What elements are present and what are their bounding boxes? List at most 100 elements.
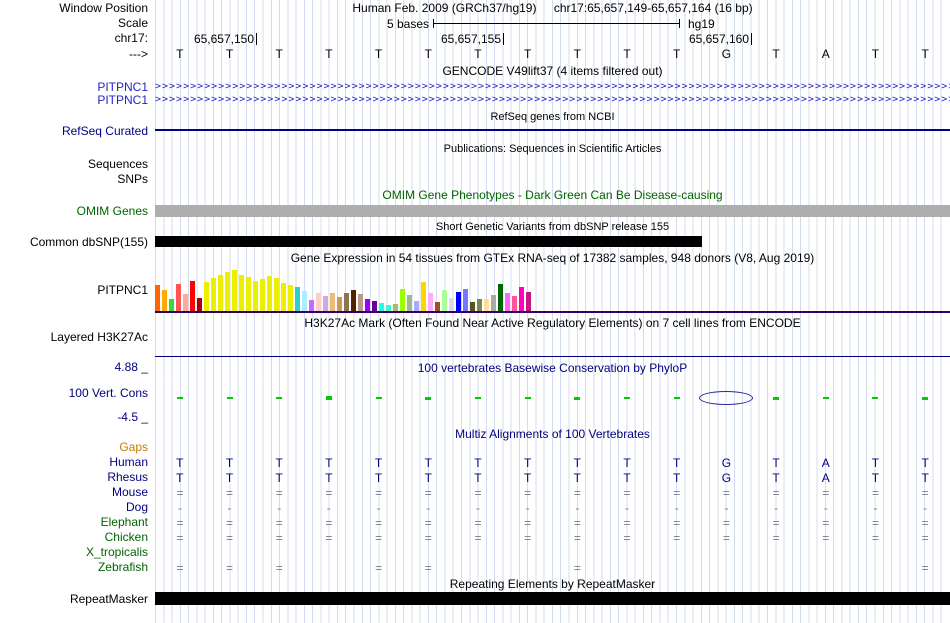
- gtex-expression-bar[interactable]: [330, 293, 335, 311]
- gtex-expression-bar[interactable]: [281, 283, 286, 311]
- gtex-expression-bar[interactable]: [155, 285, 160, 311]
- multiz-row-label-gaps[interactable]: Gaps: [0, 441, 148, 454]
- refseq-gene-line[interactable]: [155, 129, 950, 131]
- gtex-expression-bar[interactable]: [337, 297, 342, 311]
- gencode-gene-label-pitpnc1[interactable]: PITPNC1: [0, 94, 148, 107]
- gtex-expression-bar[interactable]: [225, 272, 230, 311]
- gtex-expression-bar[interactable]: [302, 291, 307, 311]
- gtex-expression-bar[interactable]: [477, 299, 482, 311]
- gtex-expression-bar[interactable]: [407, 295, 412, 311]
- gtex-expression-bar[interactable]: [190, 281, 195, 311]
- refseq-curated-label[interactable]: RefSeq Curated: [0, 125, 148, 138]
- h3k27ac-track-label[interactable]: Layered H3K27Ac: [0, 331, 148, 344]
- dbsnp-track-label[interactable]: Common dbSNP(155): [0, 236, 148, 249]
- gtex-expression-bar[interactable]: [211, 278, 216, 311]
- gtex-expression-bar[interactable]: [372, 301, 377, 311]
- gtex-expression-bar[interactable]: [491, 295, 496, 311]
- base-cell: [453, 561, 503, 575]
- omim-genes-label[interactable]: OMIM Genes: [0, 205, 148, 218]
- gtex-expression-bar[interactable]: [309, 300, 314, 311]
- base-cell: [602, 546, 652, 560]
- gtex-expression-bar[interactable]: [393, 304, 398, 311]
- gtex-expression-bar[interactable]: [323, 296, 328, 311]
- gtex-expression-bar[interactable]: [456, 292, 461, 311]
- multiz-row-label-xtropicalis[interactable]: X_tropicalis: [0, 546, 148, 559]
- gtex-expression-bar[interactable]: [344, 293, 349, 311]
- phylop-track-label[interactable]: 100 Vert. Cons: [0, 387, 148, 400]
- base-cell: -: [525, 501, 530, 515]
- gtex-expression-bar[interactable]: [484, 299, 489, 311]
- gtex-expression-bar[interactable]: [519, 287, 524, 311]
- gtex-expression-bar[interactable]: [421, 282, 426, 311]
- phylop-track-title[interactable]: 100 vertebrates Basewise Conservation by…: [155, 362, 950, 375]
- omim-gene-bar[interactable]: [155, 205, 950, 217]
- multiz-row-label-zebrafish[interactable]: Zebrafish: [0, 561, 148, 574]
- gtex-expression-bar[interactable]: [435, 302, 440, 311]
- gtex-expression-bar[interactable]: [428, 293, 433, 311]
- repeatmasker-track-title[interactable]: Repeating Elements by RepeatMasker: [155, 578, 950, 591]
- gtex-expression-bar[interactable]: [204, 282, 209, 311]
- base-cell: T: [325, 471, 333, 485]
- gtex-expression-bar[interactable]: [274, 278, 279, 311]
- repeatmasker-bar[interactable]: [155, 592, 950, 605]
- base-cell: T: [225, 456, 234, 470]
- omim-track-title[interactable]: OMIM Gene Phenotypes - Dark Green Can Be…: [155, 189, 950, 202]
- gtex-expression-bar[interactable]: [463, 289, 468, 311]
- phylop-conservation-mark: [325, 396, 332, 400]
- gtex-expression-bar[interactable]: [449, 298, 454, 311]
- gtex-expression-bar[interactable]: [288, 285, 293, 311]
- gtex-expression-bar[interactable]: [526, 292, 531, 311]
- gtex-expression-bar[interactable]: [316, 293, 321, 311]
- gtex-expression-bar[interactable]: [169, 299, 174, 311]
- multiz-row-label-elephant[interactable]: Elephant: [0, 516, 148, 529]
- phylop-signal-track[interactable]: [155, 375, 950, 425]
- multiz-row-label-dog[interactable]: Dog: [0, 501, 148, 514]
- gtex-expression-bar[interactable]: [232, 270, 237, 311]
- sequences-track-label[interactable]: Sequences: [0, 158, 148, 171]
- dbsnp-track-title[interactable]: Short Genetic Variants from dbSNP releas…: [155, 221, 950, 234]
- gtex-expression-bar[interactable]: [260, 279, 265, 311]
- gtex-track-title[interactable]: Gene Expression in 54 tissues from GTEx …: [155, 252, 950, 265]
- gencode-track-title[interactable]: GENCODE V49lift37 (4 items filtered out): [155, 65, 950, 78]
- gtex-expression-bar[interactable]: [470, 302, 475, 311]
- h3k27ac-baseline: [155, 356, 950, 357]
- gtex-expression-bar[interactable]: [218, 275, 223, 311]
- gtex-expression-bar[interactable]: [183, 294, 188, 311]
- dbsnp-variant-bar[interactable]: [155, 236, 702, 247]
- h3k27ac-track-title[interactable]: H3K27Ac Mark (Often Found Near Active Re…: [155, 317, 950, 330]
- multiz-track-title[interactable]: Multiz Alignments of 100 Vertebrates: [155, 428, 950, 441]
- gtex-expression-bar[interactable]: [358, 294, 363, 311]
- gtex-expression-bar[interactable]: [442, 290, 447, 311]
- multiz-row-label-rhesus[interactable]: Rhesus: [0, 471, 148, 484]
- repeatmasker-label[interactable]: RepeatMasker: [0, 593, 148, 606]
- gtex-expression-bar[interactable]: [400, 289, 405, 311]
- refseq-track-title[interactable]: RefSeq genes from NCBI: [155, 111, 950, 124]
- gtex-expression-bar[interactable]: [246, 277, 251, 311]
- base-cell: [851, 561, 901, 575]
- gtex-expression-bar[interactable]: [176, 284, 181, 311]
- gencode-gene-line[interactable]: >>>>>>>>>>>>>>>>>>>>>>>>>>>>>>>>>>>>>>>>…: [155, 94, 950, 106]
- gtex-expression-bar[interactable]: [253, 281, 258, 311]
- gtex-expression-bar[interactable]: [365, 299, 370, 311]
- gencode-gene-line[interactable]: >>>>>>>>>>>>>>>>>>>>>>>>>>>>>>>>>>>>>>>>…: [155, 81, 950, 93]
- gtex-expression-bar[interactable]: [197, 298, 202, 311]
- gtex-expression-bar[interactable]: [239, 275, 244, 311]
- gtex-expression-bar[interactable]: [414, 301, 419, 311]
- multiz-row-label-human[interactable]: Human: [0, 456, 148, 469]
- gtex-expression-chart[interactable]: [155, 267, 950, 311]
- gtex-gene-label[interactable]: PITPNC1: [0, 284, 148, 297]
- gtex-expression-bar[interactable]: [379, 303, 384, 311]
- publications-track-title[interactable]: Publications: Sequences in Scientific Ar…: [155, 143, 950, 156]
- gtex-expression-bar[interactable]: [505, 293, 510, 311]
- gtex-expression-bar[interactable]: [512, 296, 517, 311]
- gtex-expression-bar[interactable]: [351, 290, 356, 311]
- multiz-row-label-mouse[interactable]: Mouse: [0, 486, 148, 499]
- gtex-expression-bar[interactable]: [162, 290, 167, 311]
- gtex-expression-bar[interactable]: [498, 284, 503, 311]
- phylop-conservation-mark: [375, 397, 382, 399]
- gtex-expression-bar[interactable]: [267, 276, 272, 311]
- multiz-row-label-chicken[interactable]: Chicken: [0, 531, 148, 544]
- snps-track-label[interactable]: SNPs: [0, 173, 148, 186]
- gtex-expression-bar[interactable]: [295, 287, 300, 311]
- base-cell: =: [424, 486, 432, 500]
